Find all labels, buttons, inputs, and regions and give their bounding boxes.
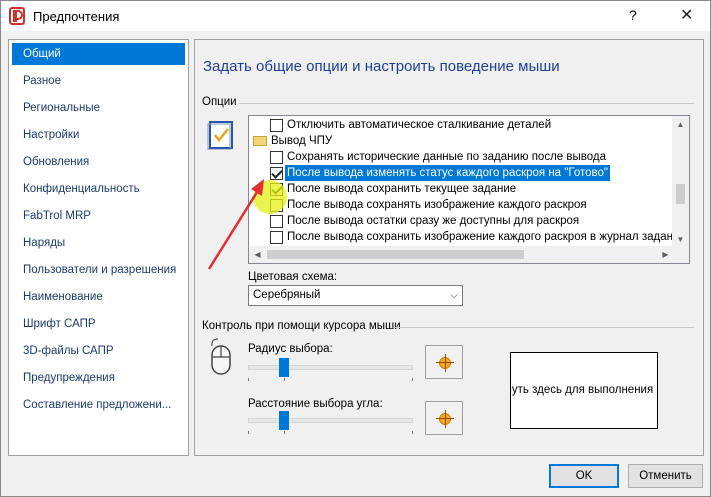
crosshair-target-icon [436, 410, 454, 428]
options-horizontal-scrollbar[interactable]: ◀ ▶ [249, 246, 674, 263]
scroll-thumb[interactable] [267, 250, 524, 259]
checkbox[interactable] [270, 119, 283, 132]
slider-tick [284, 378, 285, 381]
general-settings-panel: Задать общие опции и настроить поведение… [194, 39, 704, 456]
slider-tick [412, 378, 413, 381]
sidebar-item-updates[interactable]: Обновления [12, 151, 185, 173]
scroll-corner [672, 246, 689, 263]
page-title: Задать общие опции и настроить поведение… [203, 58, 560, 75]
test-click-area[interactable]: Щелкнуть здесь для выполнения проверки [510, 352, 658, 429]
sidebar-item-warnings[interactable]: Предупреждения [12, 367, 185, 389]
slider-tick [284, 431, 285, 434]
option-label: После вывода изменять статус каждого рас… [285, 165, 610, 181]
options-group-label: Опции [202, 96, 237, 108]
color-scheme-select[interactable]: Серебряный ⌵ [248, 285, 463, 306]
ok-button[interactable]: OK [549, 464, 619, 488]
title-bar: Предпочтения ? ✕ [1, 1, 710, 31]
radius-slider[interactable] [248, 357, 413, 381]
app-logo-icon [9, 7, 25, 25]
checkbox[interactable] [270, 215, 283, 228]
angle-preview-box [425, 401, 463, 435]
crosshair-target-icon [436, 354, 454, 372]
options-vertical-scrollbar[interactable]: ▲ ▼ [672, 116, 689, 248]
radius-preview-box [425, 345, 463, 379]
scroll-thumb[interactable] [676, 184, 685, 204]
sidebar-item-quotes[interactable]: Составление предложени... [12, 394, 185, 416]
sidebar-item-users[interactable]: Пользователи и разрешения [12, 259, 185, 281]
sidebar-item-3d-cad-files[interactable]: 3D-файлы САПР [12, 340, 185, 362]
sidebar-item-naming[interactable]: Наименование [12, 286, 185, 308]
checkbox[interactable] [270, 151, 283, 164]
chevron-down-icon: ⌵ [450, 290, 458, 301]
color-scheme-value: Серебряный [253, 289, 321, 301]
sidebar-item-settings[interactable]: Настройки [12, 124, 185, 146]
slider-tick [248, 431, 249, 434]
angle-label: Расстояние выбора угла: [248, 398, 383, 410]
radius-label: Радиус выбора: [248, 343, 333, 355]
option-label: После вывода остатки сразу же доступны д… [287, 215, 580, 227]
category-sidebar: Общий Разное Региональные Настройки Обно… [8, 39, 189, 456]
sidebar-item-fabtrol-mrp[interactable]: FabTrol MRP [12, 205, 185, 227]
sidebar-item-privacy[interactable]: Конфиденциальность [12, 178, 185, 200]
mouse-group-divider [393, 327, 694, 328]
slider-thumb[interactable] [279, 411, 289, 430]
mouse-icon [211, 338, 231, 375]
color-scheme-label: Цветовая схема: [248, 271, 338, 283]
option-label: После вывода сохранить изображение каждо… [287, 231, 686, 243]
slider-track [248, 365, 413, 370]
annotation-highlight [253, 180, 287, 214]
option-label: После вывода сохранять изображение каждо… [287, 199, 587, 211]
option-group-label: Вывод ЧПУ [271, 135, 333, 147]
preferences-window: Предпочтения ? ✕ Общий Разное Региональн… [0, 0, 711, 497]
slider-track [248, 418, 413, 423]
option-label: Сохранять исторические данные по заданию… [287, 151, 606, 163]
help-icon[interactable]: ? [629, 7, 637, 23]
sidebar-item-work-orders[interactable]: Наряды [12, 232, 185, 254]
sidebar-item-regional[interactable]: Региональные [12, 97, 185, 119]
scroll-up-icon[interactable]: ▲ [672, 116, 689, 133]
checkbox[interactable] [270, 167, 283, 180]
sidebar-item-general[interactable]: Общий [12, 43, 185, 65]
scroll-left-icon[interactable]: ◀ [249, 246, 266, 263]
option-label: После вывода сохранить текущее задание [287, 183, 517, 195]
cancel-button[interactable]: Отменить [628, 464, 703, 488]
angle-slider[interactable] [248, 410, 413, 434]
window-title: Предпочтения [33, 9, 120, 24]
click-area-text: Щелкнуть здесь для выполнения проверки [511, 384, 657, 396]
checkbox[interactable] [270, 231, 283, 244]
slider-tick [412, 431, 413, 434]
sidebar-item-cad-font[interactable]: Шрифт САПР [12, 313, 185, 335]
slider-thumb[interactable] [279, 358, 289, 377]
option-label: Отключить автоматическое сталкивание дет… [287, 119, 552, 131]
slider-tick [248, 378, 249, 381]
options-list[interactable]: Отключить автоматическое сталкивание дет… [248, 115, 690, 264]
options-checklist-icon [207, 121, 233, 150]
close-icon[interactable]: ✕ [680, 5, 693, 25]
sidebar-item-misc[interactable]: Разное [12, 70, 185, 92]
folder-icon [253, 136, 267, 146]
options-group-divider [239, 103, 694, 104]
mouse-group-label: Контроль при помощи курсора мыши [202, 320, 401, 332]
